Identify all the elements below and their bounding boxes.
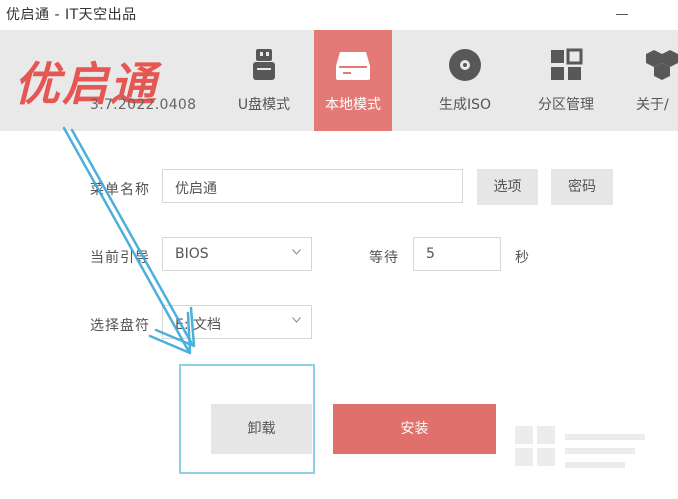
- tab-about[interactable]: 关于/: [628, 30, 678, 131]
- watermark-logo: [515, 426, 645, 468]
- tab-local-mode-label: 本地模式: [325, 97, 381, 113]
- partition-grid-icon: [551, 48, 583, 80]
- wait-input[interactable]: 5: [413, 237, 501, 271]
- disc-icon: [449, 49, 481, 81]
- boot-select[interactable]: BIOS: [162, 237, 312, 271]
- install-button[interactable]: 安装: [333, 404, 496, 454]
- tab-usb-mode[interactable]: U盘模式: [225, 30, 303, 131]
- usb-drive-icon: [253, 49, 275, 80]
- wait-unit: 秒: [515, 250, 529, 266]
- tab-make-iso[interactable]: 生成ISO: [426, 30, 504, 131]
- tab-usb-mode-label: U盘模式: [237, 97, 291, 113]
- drive-label: 选择盘符: [90, 318, 150, 334]
- app-version: 3.7.2022.0408: [90, 97, 197, 113]
- hard-drive-icon: [336, 52, 370, 80]
- password-button[interactable]: 密码: [551, 169, 613, 205]
- minimize-button[interactable]: [610, 4, 634, 26]
- chevron-down-icon: [292, 317, 301, 323]
- drive-select[interactable]: E: 文档: [162, 305, 312, 339]
- menu-name-input[interactable]: 优启通: [162, 169, 463, 203]
- about-icon: [646, 50, 678, 80]
- tab-local-mode[interactable]: 本地模式: [314, 30, 392, 131]
- annotation-highlight-box: [179, 364, 315, 474]
- title-bar: 优启通 - IT天空出品: [0, 0, 678, 30]
- drive-select-value: E: 文档: [175, 317, 222, 333]
- chevron-down-icon: [292, 249, 301, 255]
- boot-select-value: BIOS: [175, 246, 209, 262]
- tab-about-label: 关于/: [636, 97, 669, 113]
- tab-partition[interactable]: 分区管理: [527, 30, 605, 131]
- options-button[interactable]: 选项: [477, 169, 538, 205]
- menu-name-label: 菜单名称: [90, 182, 150, 198]
- wait-label: 等待: [369, 250, 399, 266]
- tab-make-iso-label: 生成ISO: [438, 97, 492, 113]
- boot-label: 当前引导: [90, 250, 150, 266]
- top-toolbar: 优启通 3.7.2022.0408 U盘模式 本地模式 生成ISO 分区管理 关…: [0, 30, 678, 131]
- tab-partition-label: 分区管理: [538, 97, 594, 113]
- window-title: 优启通 - IT天空出品: [6, 7, 137, 23]
